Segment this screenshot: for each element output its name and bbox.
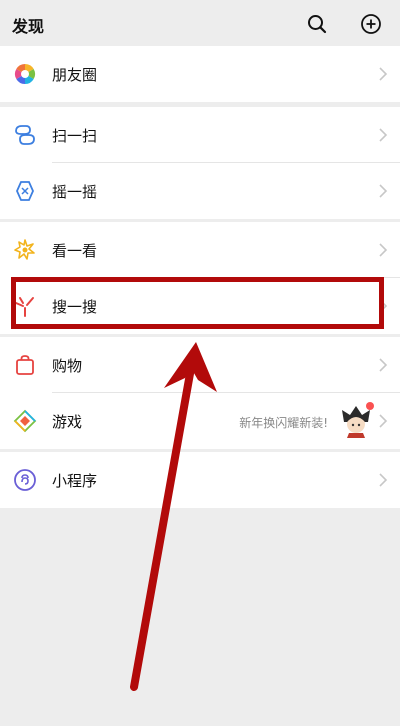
top-bar: 发现 <box>0 0 400 48</box>
moments-label: 朋友圈 <box>52 66 98 84</box>
games-promo-text: 新年换闪耀新装! <box>239 416 328 430</box>
moments-item[interactable]: 朋友圈 <box>0 46 400 102</box>
chevron-right-icon <box>379 414 388 428</box>
plus-circle-icon[interactable] <box>359 12 383 36</box>
chevron-right-icon <box>379 128 388 142</box>
search-sparkle-icon <box>15 297 34 317</box>
notification-badge <box>366 402 374 410</box>
search-item[interactable]: 搜一搜 <box>0 278 400 334</box>
group-look-search: 看一看 搜一搜 <box>0 222 400 334</box>
look-item[interactable]: 看一看 <box>0 222 400 278</box>
games-label: 游戏 <box>52 413 83 431</box>
chevron-right-icon <box>379 67 388 81</box>
chevron-right-icon <box>379 299 388 313</box>
chevron-right-icon <box>379 358 388 372</box>
search-icon[interactable] <box>305 12 329 36</box>
shake-label: 摇一摇 <box>52 183 98 201</box>
group-miniprogram: 小程序 <box>0 452 400 508</box>
scan-item[interactable]: 扫一扫 <box>0 107 400 163</box>
group-scan-shake: 扫一扫 摇一摇 <box>0 107 400 219</box>
moments-aperture-icon <box>14 63 36 85</box>
games-item[interactable]: 游戏 新年换闪耀新装! <box>0 393 400 449</box>
group-moments: 朋友圈 <box>0 46 400 102</box>
shopping-label: 购物 <box>52 357 83 375</box>
scan-icon <box>15 125 35 145</box>
mini-program-icon <box>14 469 36 491</box>
shake-item[interactable]: 摇一摇 <box>0 163 400 219</box>
look-sparkle-icon <box>14 239 35 260</box>
scan-label: 扫一扫 <box>52 127 98 145</box>
miniprogram-item[interactable]: 小程序 <box>0 452 400 508</box>
page-title: 发现 <box>12 17 45 36</box>
shopping-item[interactable]: 购物 <box>0 337 400 393</box>
games-diamond-icon <box>13 409 37 433</box>
shake-icon <box>16 181 34 201</box>
chevron-right-icon <box>379 184 388 198</box>
group-shopping-games: 购物 游戏 新年换闪耀新装! <box>0 337 400 449</box>
look-label: 看一看 <box>52 242 98 260</box>
chevron-right-icon <box>379 243 388 257</box>
shopping-bag-icon <box>16 355 34 375</box>
search-label: 搜一搜 <box>52 298 98 316</box>
miniprogram-label: 小程序 <box>52 472 98 490</box>
chevron-right-icon <box>379 473 388 487</box>
